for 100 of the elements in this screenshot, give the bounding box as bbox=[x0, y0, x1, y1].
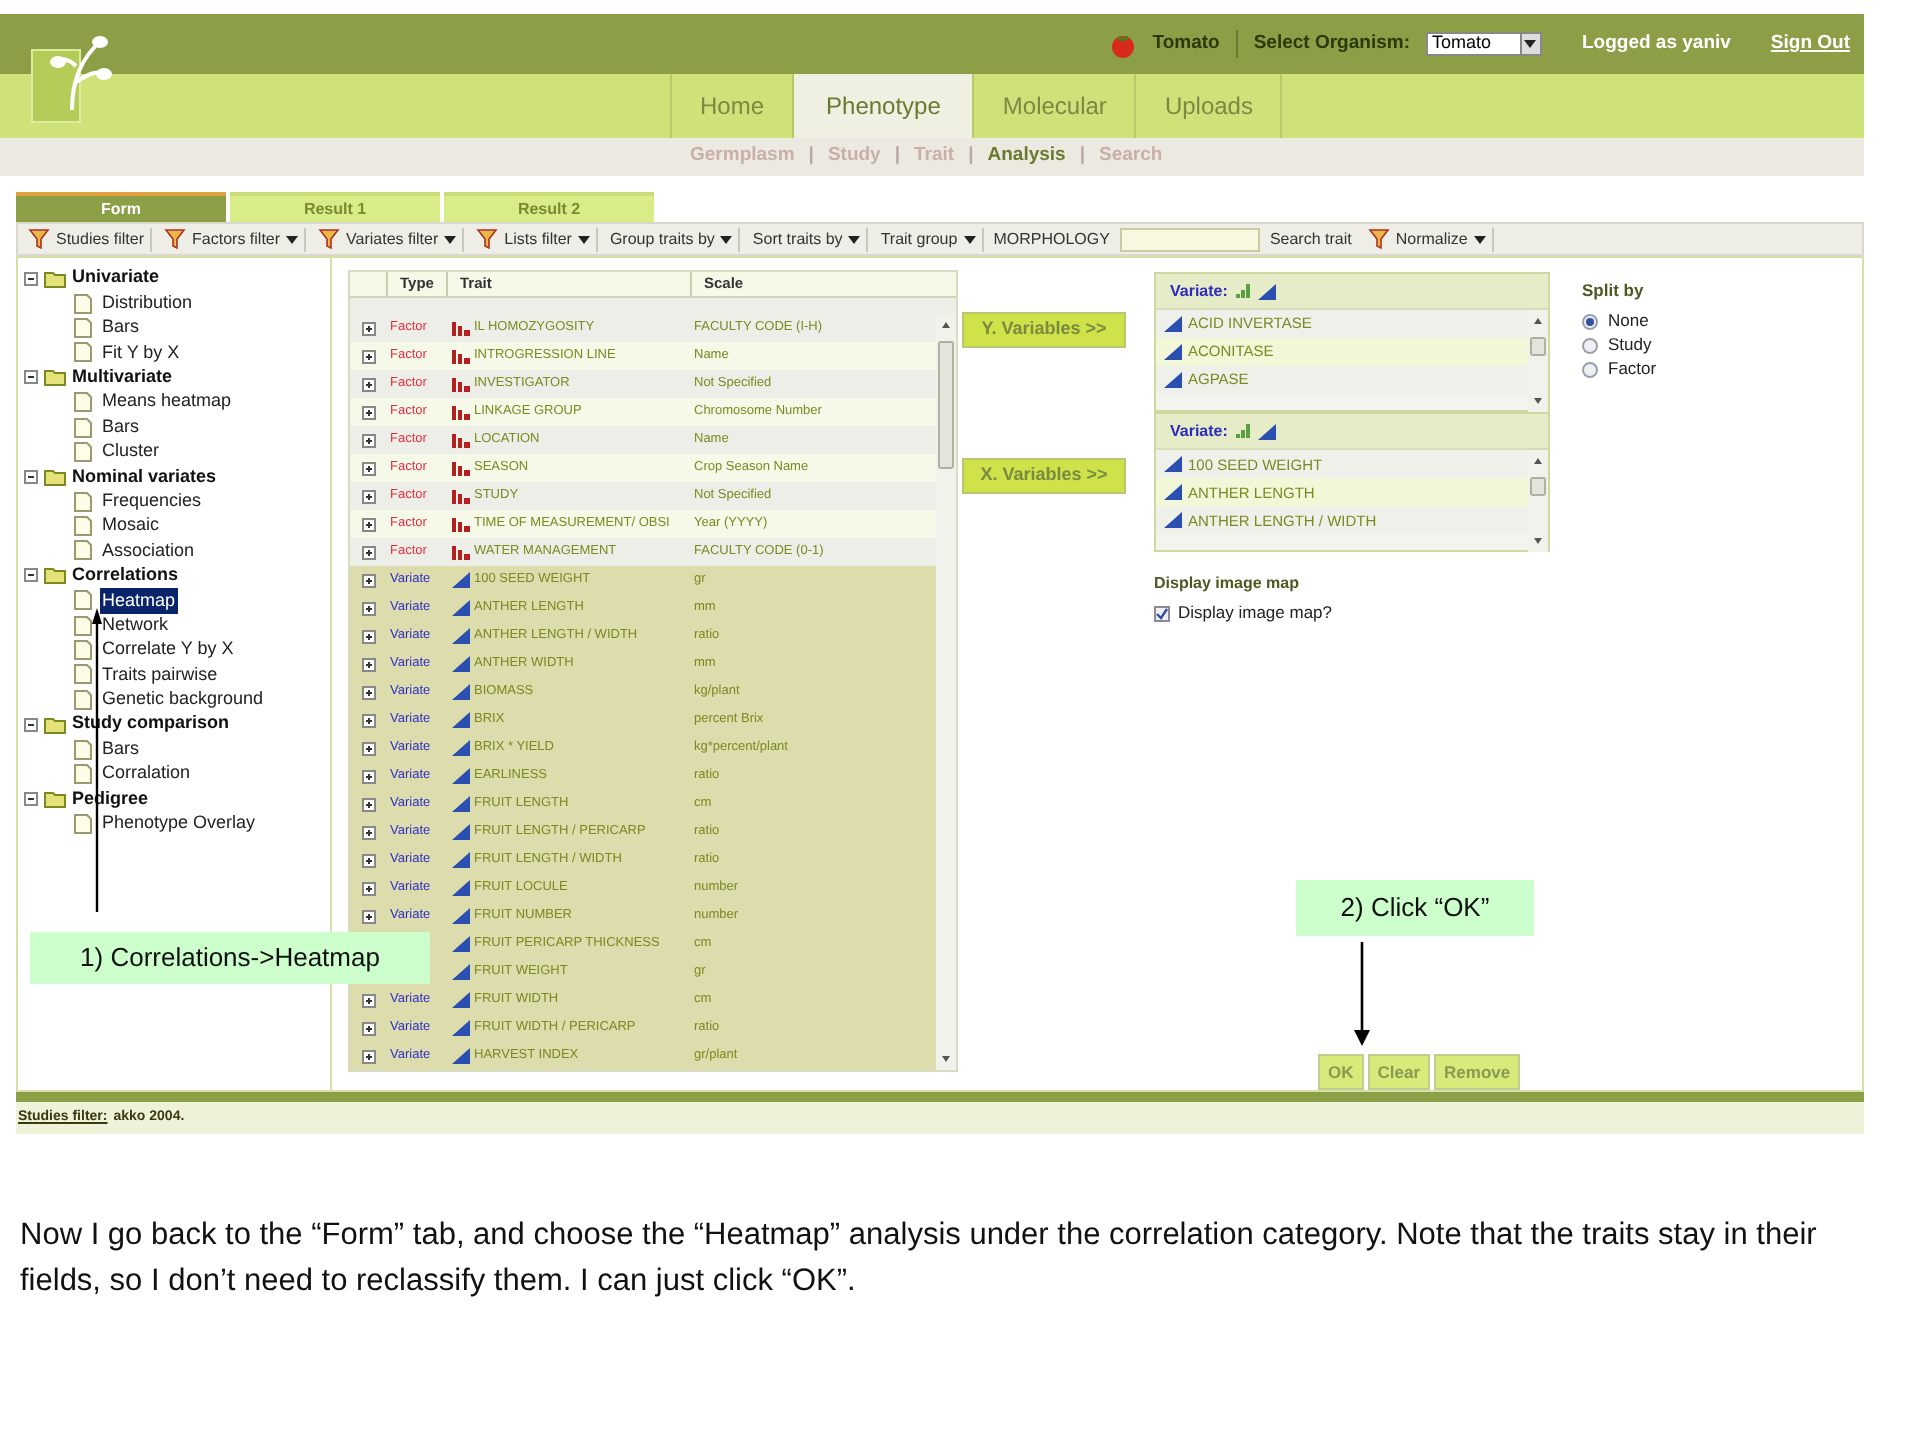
tree-item[interactable]: Genetic background bbox=[100, 686, 266, 714]
bar-chart-icon bbox=[452, 544, 470, 560]
collapse-icon[interactable] bbox=[24, 469, 38, 484]
separator: | bbox=[968, 142, 974, 171]
expand-icon[interactable] bbox=[361, 853, 375, 867]
tree-item[interactable]: Cluster bbox=[100, 438, 162, 466]
document-icon bbox=[74, 540, 92, 561]
expand-icon[interactable] bbox=[361, 489, 375, 503]
expand-icon[interactable] bbox=[361, 685, 375, 699]
tree-item[interactable]: Heatmap bbox=[100, 587, 178, 615]
subnav-link[interactable]: Analysis bbox=[987, 142, 1066, 172]
expand-icon[interactable] bbox=[361, 1049, 375, 1063]
expand-icon[interactable] bbox=[361, 881, 375, 895]
caret-icon bbox=[963, 235, 976, 243]
ramp-icon bbox=[1257, 423, 1276, 440]
expand-icon[interactable] bbox=[361, 741, 375, 755]
scrollbar[interactable] bbox=[936, 314, 956, 1070]
toolbar-button[interactable]: Sort traits by bbox=[746, 227, 869, 251]
radio-button[interactable] bbox=[1582, 313, 1598, 330]
caret-icon bbox=[720, 235, 733, 243]
expand-icon[interactable] bbox=[361, 825, 375, 839]
tree-item[interactable]: Bars bbox=[100, 413, 142, 441]
tree-item[interactable]: Correlate Y by X bbox=[100, 636, 236, 664]
tree-item[interactable]: Distribution bbox=[100, 289, 195, 317]
toolbar-button[interactable]: Lists filter bbox=[470, 227, 598, 251]
trait-group-value: Search trait bbox=[1267, 227, 1354, 251]
toolbar-button[interactable]: Studies filter bbox=[22, 227, 153, 251]
expand-icon[interactable] bbox=[361, 909, 375, 923]
tree-folder[interactable]: Nominal variates bbox=[24, 464, 330, 490]
caret-icon bbox=[1473, 235, 1486, 243]
document-icon bbox=[74, 813, 92, 834]
select-label: Select Organism: bbox=[1235, 29, 1410, 59]
toolbar-button[interactable]: Variates filter bbox=[312, 227, 465, 251]
expand-icon[interactable] bbox=[361, 321, 375, 335]
expand-icon[interactable] bbox=[361, 1021, 375, 1035]
collapse-icon[interactable] bbox=[24, 717, 38, 732]
tree-item[interactable]: Traits pairwise bbox=[100, 661, 220, 689]
toolbar-button[interactable]: Factors filter bbox=[158, 227, 307, 251]
checkbox[interactable] bbox=[1154, 605, 1170, 622]
expand-icon[interactable] bbox=[361, 657, 375, 671]
folder-icon bbox=[44, 368, 66, 387]
radio-label: Study bbox=[1608, 332, 1652, 359]
toolbar-button[interactable]: Group traits by bbox=[603, 227, 741, 251]
search-field[interactable] bbox=[1119, 227, 1260, 251]
callout-tooltip: 2) Click “OK” bbox=[1296, 880, 1534, 936]
expand-icon[interactable] bbox=[361, 545, 375, 559]
caption: Now I go back to the “Form” tab, and choose the “Heatmap” analysis under the correlation category. Note that the traits stay in their fields, so I don’t need to reclassify them. I can just click “OK”. bbox=[20, 1216, 1819, 1302]
radio-button[interactable] bbox=[1582, 361, 1598, 378]
tree-item[interactable]: Frequencies bbox=[100, 487, 204, 515]
expand-icon[interactable] bbox=[361, 797, 375, 811]
collapse-icon[interactable] bbox=[24, 370, 38, 385]
list-header: Variate: bbox=[1170, 279, 1228, 303]
tree-item[interactable]: Fit Y by X bbox=[100, 339, 182, 367]
collapse-icon[interactable] bbox=[24, 791, 38, 806]
collapse-icon[interactable] bbox=[24, 271, 38, 286]
expand-icon[interactable] bbox=[361, 769, 375, 783]
document-icon bbox=[74, 590, 92, 611]
expand-icon[interactable] bbox=[361, 601, 375, 615]
tree-folder[interactable]: Univariate bbox=[24, 266, 330, 291]
nav-tab[interactable]: Phenotype bbox=[794, 74, 975, 138]
tree-folder[interactable]: Correlations bbox=[24, 563, 330, 589]
expand-icon[interactable] bbox=[361, 629, 375, 643]
document-icon bbox=[74, 689, 92, 710]
expand-icon[interactable] bbox=[361, 349, 375, 363]
tree-item[interactable]: Means heatmap bbox=[100, 388, 234, 416]
toolbar-button[interactable]: Trait group bbox=[874, 227, 984, 251]
document-icon bbox=[74, 764, 92, 784]
separator: | bbox=[808, 142, 814, 171]
expand-icon[interactable] bbox=[361, 573, 375, 587]
expand-icon[interactable] bbox=[361, 517, 375, 531]
bar-chart-icon bbox=[452, 488, 470, 504]
folder-icon bbox=[44, 715, 66, 734]
expand-icon[interactable] bbox=[361, 993, 375, 1007]
expand-icon[interactable] bbox=[361, 377, 375, 391]
radio-label: Factor bbox=[1608, 356, 1657, 383]
bar-chart-icon bbox=[452, 404, 470, 420]
caret-icon bbox=[848, 235, 861, 243]
list-header: Variate: bbox=[1170, 419, 1228, 444]
caret-icon bbox=[577, 235, 590, 243]
tree-item[interactable]: Phenotype Overlay bbox=[100, 810, 258, 838]
tree-item[interactable]: Association bbox=[100, 537, 197, 565]
expand-icon[interactable] bbox=[361, 461, 375, 475]
expand-icon[interactable] bbox=[361, 433, 375, 447]
tree-item[interactable]: Corralation bbox=[100, 760, 193, 788]
toolbar-button[interactable]: Normalize bbox=[1361, 227, 1494, 251]
expand-icon[interactable] bbox=[361, 713, 375, 727]
organism-select[interactable]: Tomato bbox=[1425, 32, 1542, 56]
tree-item[interactable]: Bars bbox=[100, 735, 142, 763]
tree-folder[interactable]: Multivariate bbox=[24, 365, 330, 390]
caret-icon bbox=[1524, 40, 1537, 48]
tree-item[interactable]: Bars bbox=[100, 314, 142, 342]
user-label: Logged as yaniv bbox=[1581, 29, 1731, 58]
section-title: Split by bbox=[1582, 278, 1646, 304]
tree-item[interactable]: Mosaic bbox=[100, 512, 162, 540]
tomato-icon bbox=[1110, 31, 1137, 57]
tree-item[interactable]: Network bbox=[100, 611, 171, 639]
radio-button[interactable] bbox=[1582, 337, 1598, 354]
bar-chart-icon bbox=[452, 348, 470, 364]
collapse-icon[interactable] bbox=[24, 568, 38, 583]
expand-icon[interactable] bbox=[361, 405, 375, 419]
